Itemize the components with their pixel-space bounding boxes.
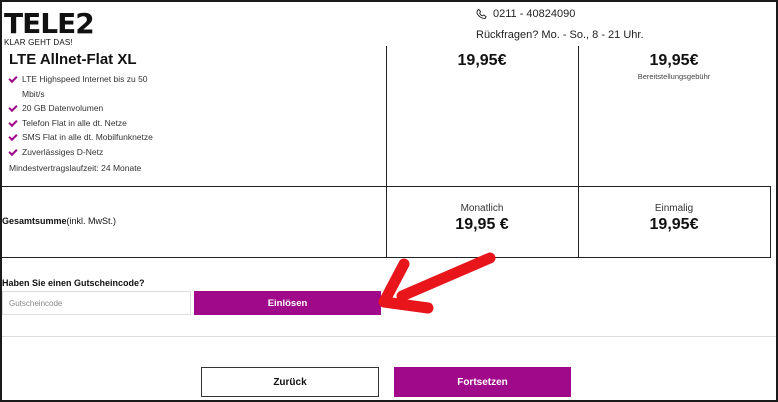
check-icon <box>8 146 18 156</box>
back-button[interactable]: Zurück <box>201 367 379 397</box>
voucher-code-input[interactable] <box>2 291 191 315</box>
table-divider <box>2 186 771 187</box>
monthly-price: 19,95€ <box>457 52 507 69</box>
check-icon <box>8 131 18 142</box>
contract-duration: Mindestvertragslaufzeit: 24 Monate <box>9 163 142 173</box>
table-divider <box>770 186 771 258</box>
tele2-logo[interactable]: TELE2 KLAR GEHT DAS! <box>4 7 95 48</box>
check-icon <box>8 73 18 84</box>
list-item: Zuverlässiges D-Netz <box>8 145 159 160</box>
product-title: LTE Allnet-Flat XL <box>9 51 137 68</box>
monthly-label: Monatlich <box>460 203 504 214</box>
setup-price: 19,95€ <box>649 52 699 69</box>
feature-list: LTE Highspeed Internet bis zu 50 Mbit/s … <box>8 72 159 160</box>
check-icon <box>8 102 18 113</box>
redeem-button[interactable]: Einlösen <box>194 291 381 315</box>
once-total: 19,95€ <box>649 216 699 233</box>
list-item: Telefon Flat in alle dt. Netze <box>8 116 159 131</box>
setup-fee-label: Bereitstellungsgebühr <box>637 72 711 81</box>
voucher-question: Haben Sie einen Gutscheincode? <box>2 278 145 288</box>
hotline-number: 0211 - 40824090 <box>493 8 576 20</box>
total-label: Gesamtsumme(inkl. MwSt.) <box>2 216 117 226</box>
list-item: 20 GB Datenvolumen <box>8 101 159 116</box>
service-hours: Rückfragen? Mo. - So., 8 - 21 Uhr. <box>476 29 644 41</box>
continue-button[interactable]: Fortsetzen <box>394 367 571 397</box>
hotline[interactable]: 0211 - 40824090 <box>476 8 575 20</box>
list-item: SMS Flat in alle dt. Mobilfunknetze <box>8 130 159 145</box>
monthly-total: 19,95 € <box>455 216 509 233</box>
check-icon <box>8 117 18 127</box>
list-item: LTE Highspeed Internet bis zu 50 Mbit/s <box>8 72 159 101</box>
table-divider <box>2 336 776 337</box>
logo-wordmark: TELE2 <box>4 7 95 40</box>
phone-icon <box>476 8 487 20</box>
red-arrow-icon <box>378 252 496 314</box>
once-label: Einmalig <box>654 203 694 214</box>
